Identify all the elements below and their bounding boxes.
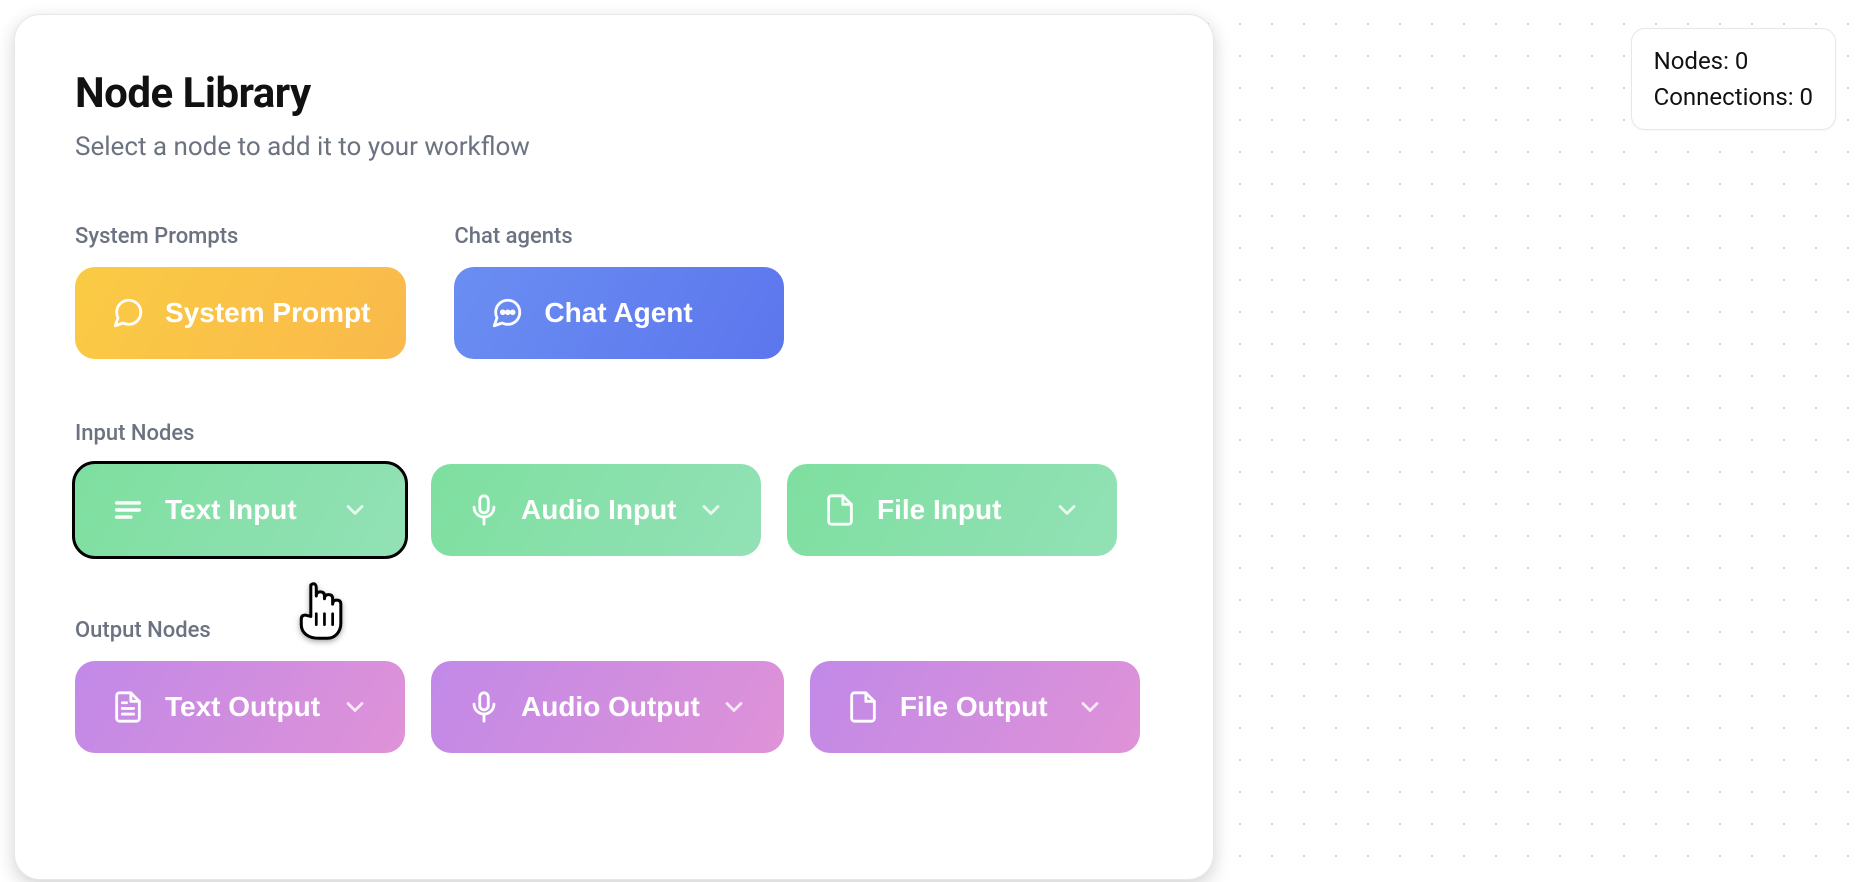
- file-icon: [846, 690, 880, 724]
- file-icon: [823, 493, 857, 527]
- chevron-down-icon: [720, 693, 748, 721]
- chat-agent-node-label: Chat Agent: [544, 297, 692, 329]
- audio-input-node-label: Audio Input: [521, 494, 677, 526]
- chevron-down-icon: [341, 496, 369, 524]
- chevron-down-icon: [1053, 496, 1081, 524]
- connections-count-label: Connections:: [1654, 83, 1794, 111]
- file-output-node-button[interactable]: File Output: [810, 661, 1140, 753]
- text-output-node-button[interactable]: Text Output: [75, 661, 405, 753]
- node-library-panel: Node Library Select a node to add it to …: [14, 14, 1214, 880]
- text-input-node-label: Text Input: [165, 494, 297, 526]
- chevron-down-icon: [341, 693, 369, 721]
- text-output-node-label: Text Output: [165, 691, 320, 723]
- panel-title: Node Library: [75, 69, 1153, 118]
- nodes-count-line: Nodes: 0: [1654, 43, 1813, 79]
- file-text-icon: [111, 690, 145, 724]
- section-label-output-nodes: Output Nodes: [75, 618, 1153, 643]
- section-label-input-nodes: Input Nodes: [75, 421, 1153, 446]
- audio-input-node-button[interactable]: Audio Input: [431, 464, 761, 556]
- panel-subtitle: Select a node to add it to your workflow: [75, 132, 1153, 162]
- section-label-chat-agents: Chat agents: [454, 224, 784, 249]
- chevron-down-icon: [1076, 693, 1104, 721]
- chat-agent-node-button[interactable]: Chat Agent: [454, 267, 784, 359]
- connections-count-value: 0: [1800, 83, 1814, 111]
- chevron-down-icon: [697, 496, 725, 524]
- speech-bubble-icon: [111, 296, 145, 330]
- system-prompt-node-button[interactable]: System Prompt: [75, 267, 406, 359]
- microphone-icon: [467, 493, 501, 527]
- file-input-node-button[interactable]: File Input: [787, 464, 1117, 556]
- system-prompt-node-label: System Prompt: [165, 297, 370, 329]
- nodes-count-value: 0: [1735, 47, 1749, 75]
- connections-count-line: Connections: 0: [1654, 79, 1813, 115]
- file-output-node-label: File Output: [900, 691, 1048, 723]
- nodes-count-label: Nodes:: [1654, 47, 1729, 75]
- file-input-node-label: File Input: [877, 494, 1001, 526]
- section-label-system-prompts: System Prompts: [75, 224, 406, 249]
- audio-output-node-label: Audio Output: [521, 691, 700, 723]
- text-lines-icon: [111, 493, 145, 527]
- microphone-icon: [467, 690, 501, 724]
- chat-dots-icon: [490, 296, 524, 330]
- graph-status-panel: Nodes: 0 Connections: 0: [1631, 28, 1836, 130]
- audio-output-node-button[interactable]: Audio Output: [431, 661, 784, 753]
- text-input-node-button[interactable]: Text Input: [75, 464, 405, 556]
